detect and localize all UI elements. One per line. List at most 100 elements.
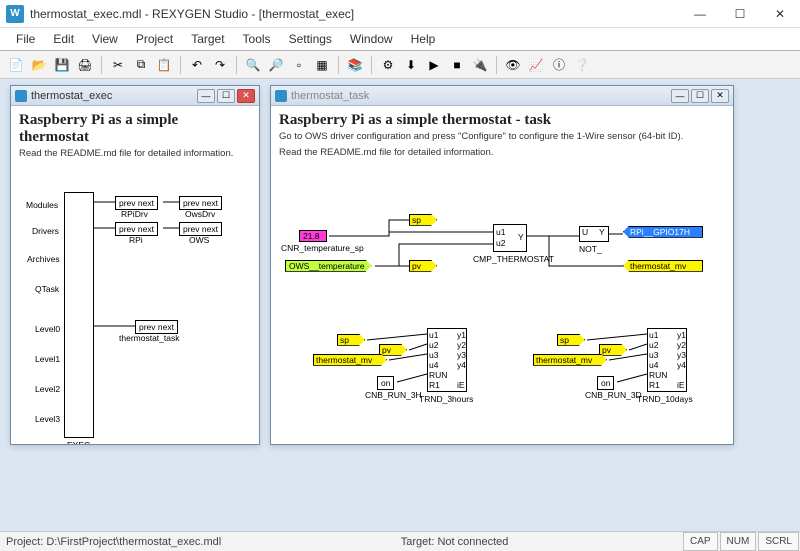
status-num: NUM: [720, 532, 757, 551]
port-u3: u3: [649, 350, 658, 360]
tag-sp-value[interactable]: 21.8: [299, 230, 327, 242]
label-trnd3h: TRND_3hours: [419, 394, 473, 404]
redo-icon[interactable]: ↷: [210, 55, 230, 75]
subwindow-task[interactable]: thermostat_task ― ☐ ✕ Raspberry Pi as a …: [270, 85, 734, 445]
undo-icon[interactable]: ↶: [187, 55, 207, 75]
status-bar: Project: D:\FirstProject\thermostat_exec…: [0, 531, 800, 551]
tag-sp[interactable]: sp: [337, 334, 365, 346]
tag-on[interactable]: on: [377, 376, 394, 390]
label-owsdrv: OwsDrv: [185, 209, 215, 219]
info-icon[interactable]: ⓘ: [549, 55, 569, 75]
port-modules: Modules: [26, 200, 58, 210]
menu-settings[interactable]: Settings: [281, 30, 340, 48]
block-prevnext[interactable]: prev next: [179, 222, 222, 236]
toolbar-separator: [236, 56, 237, 74]
tag-on[interactable]: on: [597, 376, 614, 390]
block-prevnext[interactable]: prev next: [179, 196, 222, 210]
tag-mv[interactable]: thermostat_mv: [623, 260, 703, 272]
subwindow-task-title: thermostat_task: [291, 90, 667, 102]
port-u: U: [582, 227, 588, 237]
block-prevnext[interactable]: prev next: [115, 222, 158, 236]
tag-gpio[interactable]: RPi__GPIO17H: [623, 226, 703, 238]
label-not: NOT_: [579, 244, 602, 254]
chart-icon[interactable]: 📈: [526, 55, 546, 75]
menu-tools[interactable]: Tools: [235, 30, 279, 48]
grid-icon[interactable]: ▦: [312, 55, 332, 75]
menu-help[interactable]: Help: [403, 30, 444, 48]
library-icon[interactable]: 📚: [345, 55, 365, 75]
run-icon[interactable]: ▶: [424, 55, 444, 75]
close-button[interactable]: ✕: [760, 0, 800, 27]
maximize-button[interactable]: ☐: [720, 0, 760, 27]
compile-icon[interactable]: ⚙: [378, 55, 398, 75]
sub-min-button[interactable]: ―: [197, 89, 215, 103]
cut-icon[interactable]: ✂: [108, 55, 128, 75]
copy-icon[interactable]: ⧉: [131, 55, 151, 75]
task-subtext2: Read the README.md file for detailed inf…: [279, 147, 725, 159]
exec-heading: Raspberry Pi as a simple thermostat: [19, 112, 251, 146]
port-y2: y2: [457, 340, 466, 350]
subwindow-exec[interactable]: thermostat_exec ― ☐ ✕ Raspberry Pi as a …: [10, 85, 260, 445]
exec-block[interactable]: [64, 192, 94, 438]
tag-pv[interactable]: pv: [409, 260, 437, 272]
help-icon[interactable]: ❔: [572, 55, 592, 75]
port-u2: u2: [649, 340, 658, 350]
watch-icon[interactable]: 👁: [503, 55, 523, 75]
open-icon[interactable]: 📂: [29, 55, 49, 75]
sub-close-button[interactable]: ✕: [711, 89, 729, 103]
sub-min-button[interactable]: ―: [671, 89, 689, 103]
tag-ows-temperature[interactable]: OWS__temperature: [285, 260, 372, 272]
port-ie: iE: [457, 380, 465, 390]
zoom-out-icon[interactable]: 🔎: [266, 55, 286, 75]
port-run: RUN: [649, 370, 667, 380]
tag-pv[interactable]: pv: [599, 344, 627, 356]
minimize-button[interactable]: ―: [680, 0, 720, 27]
menu-project[interactable]: Project: [128, 30, 181, 48]
block-prevnext[interactable]: prev next: [115, 196, 158, 210]
save-icon[interactable]: 💾: [52, 55, 72, 75]
menu-view[interactable]: View: [84, 30, 126, 48]
block-prevnext[interactable]: prev next: [135, 320, 178, 334]
port-run: RUN: [429, 370, 447, 380]
task-subtext1: Go to OWS driver configuration and press…: [279, 131, 725, 143]
stop-icon[interactable]: ■: [447, 55, 467, 75]
menu-edit[interactable]: Edit: [45, 30, 82, 48]
menu-bar: File Edit View Project Target Tools Sett…: [0, 28, 800, 50]
tag-sp[interactable]: sp: [557, 334, 585, 346]
mdi-workspace: thermostat_exec ― ☐ ✕ Raspberry Pi as a …: [0, 79, 800, 531]
port-y4: y4: [677, 360, 686, 370]
toolbar-separator: [180, 56, 181, 74]
menu-window[interactable]: Window: [342, 30, 401, 48]
port-level2: Level2: [35, 384, 60, 394]
tag-mv[interactable]: thermostat_mv: [313, 354, 387, 366]
paste-icon[interactable]: 📋: [154, 55, 174, 75]
doc-icon: [275, 90, 287, 102]
label-ows: OWS: [189, 235, 209, 245]
exec-block-label: EXEC: [67, 440, 90, 444]
download-icon[interactable]: ⬇: [401, 55, 421, 75]
doc-icon: [15, 90, 27, 102]
status-target: Target: Not connected: [395, 532, 515, 551]
port-y3: y3: [677, 350, 686, 360]
tag-sp[interactable]: sp: [409, 214, 437, 226]
port-level1: Level1: [35, 354, 60, 364]
sub-max-button[interactable]: ☐: [691, 89, 709, 103]
port-r1: R1: [429, 380, 440, 390]
tag-pv[interactable]: pv: [379, 344, 407, 356]
print-icon[interactable]: 🖨: [75, 55, 95, 75]
port-qtask: QTask: [35, 284, 59, 294]
zoom-in-icon[interactable]: 🔍: [243, 55, 263, 75]
fit-icon[interactable]: ▫: [289, 55, 309, 75]
menu-file[interactable]: File: [8, 30, 43, 48]
status-cap: CAP: [683, 532, 718, 551]
sub-max-button[interactable]: ☐: [217, 89, 235, 103]
menu-target[interactable]: Target: [183, 30, 232, 48]
connect-icon[interactable]: 🔌: [470, 55, 490, 75]
tag-mv[interactable]: thermostat_mv: [533, 354, 607, 366]
port-level0: Level0: [35, 324, 60, 334]
port-ie: iE: [677, 380, 685, 390]
label-rpi: RPi: [129, 235, 143, 245]
status-scrl: SCRL: [758, 532, 799, 551]
sub-close-button[interactable]: ✕: [237, 89, 255, 103]
new-icon[interactable]: 📄: [6, 55, 26, 75]
